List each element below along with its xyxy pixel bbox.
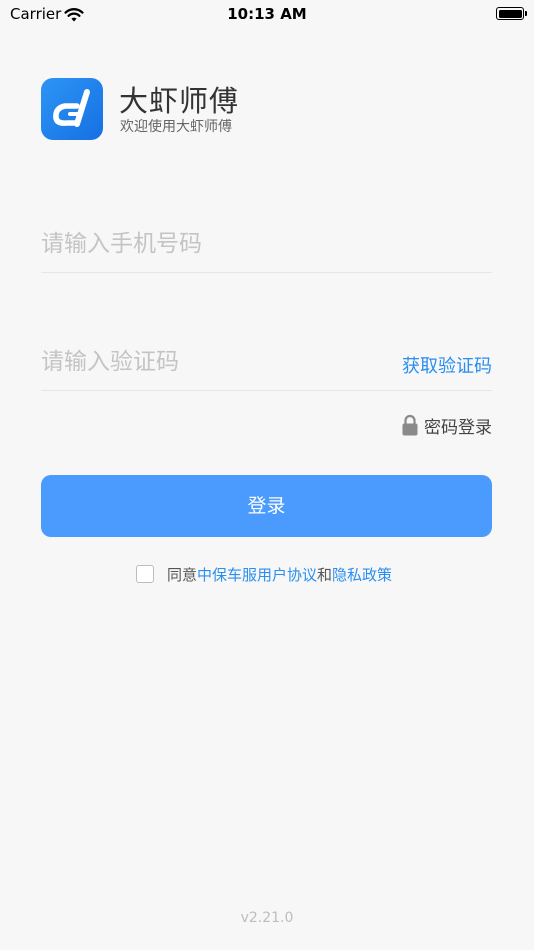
user-agreement-link[interactable]: 中保车服用户协议 bbox=[197, 564, 317, 585]
login-button[interactable]: 登录 bbox=[41, 475, 492, 537]
app-name: 大虾师傅 bbox=[119, 84, 240, 118]
agreement-row: 同意 中保车服用户协议 和 隐私政策 bbox=[136, 563, 392, 585]
agreement-and: 和 bbox=[317, 565, 333, 584]
verification-code-input[interactable] bbox=[41, 335, 371, 389]
agreement-checkbox[interactable] bbox=[136, 565, 154, 583]
privacy-policy-link[interactable]: 隐私政策 bbox=[332, 564, 392, 585]
phone-input[interactable] bbox=[41, 217, 492, 271]
phone-field bbox=[41, 217, 492, 273]
password-login-label: 密码登录 bbox=[424, 417, 492, 438]
version-label: v2.21.0 bbox=[240, 910, 294, 926]
code-field: 获取验证码 bbox=[41, 335, 492, 391]
clock: 10:13 AM bbox=[227, 5, 307, 23]
battery-icon bbox=[496, 7, 527, 20]
agreement-prefix: 同意 bbox=[167, 565, 198, 584]
lock-icon bbox=[402, 414, 418, 436]
login-screen: Carrier 10:13 AM 大虾师傅 欢迎使用大虾师傅 获取验证码 bbox=[0, 0, 534, 950]
battery-level bbox=[498, 9, 522, 18]
status-bar: Carrier 10:13 AM bbox=[0, 0, 534, 28]
get-code-button[interactable]: 获取验证码 bbox=[402, 352, 492, 378]
welcome-text: 欢迎使用大虾师傅 bbox=[120, 119, 232, 135]
password-login-link[interactable]: 密码登录 bbox=[401, 413, 492, 438]
app-logo-icon bbox=[41, 78, 103, 140]
